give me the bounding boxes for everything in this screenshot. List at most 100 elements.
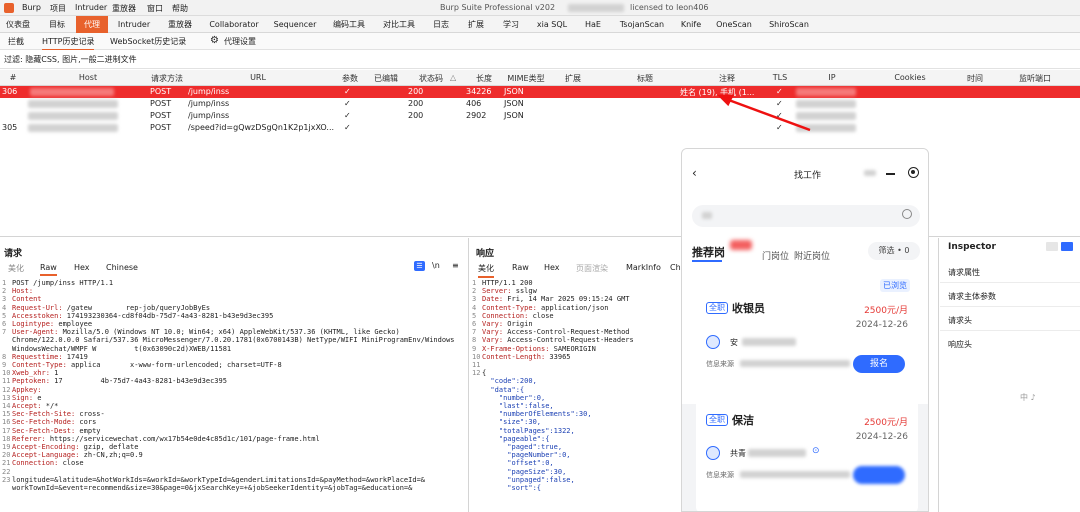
tab-repeater[interactable]: 重放器 bbox=[160, 16, 200, 33]
code-line: 9 X-Frame-Options: SAMEORIGIN bbox=[472, 345, 680, 353]
tab-comparer[interactable]: 对比工具 bbox=[376, 16, 422, 33]
code-line: 2 Server: sslgw bbox=[472, 287, 680, 295]
search-input[interactable] bbox=[692, 205, 920, 227]
code-line: Chrome/122.0.0.0 Safari/537.36 MicroMess… bbox=[2, 336, 466, 344]
code-text: "offset":0, bbox=[482, 459, 554, 468]
table-row[interactable]: POST /jump/inss ✓ 200 406 JSON ✓ bbox=[0, 98, 1080, 110]
menu-item-repeater[interactable]: 重放器 bbox=[112, 3, 136, 14]
cell-method: POST bbox=[150, 111, 172, 120]
col-header-listener-port[interactable]: 监听端口 bbox=[1012, 73, 1058, 84]
tab-dashboard[interactable]: 仪表盘 bbox=[0, 16, 36, 33]
menu-item-burp[interactable]: Burp bbox=[22, 3, 41, 12]
col-header-params[interactable]: 参数 bbox=[336, 73, 364, 84]
col-header-length[interactable]: 长度 bbox=[470, 73, 498, 84]
layout-toggle-icon[interactable] bbox=[1061, 242, 1073, 251]
col-header-url[interactable]: URL bbox=[236, 73, 280, 82]
history-table-header: # Host 请求方法 URL 参数 已编辑 状态码 △ 长度 MIME类型 扩… bbox=[0, 70, 1080, 86]
pane-splitter[interactable] bbox=[468, 238, 469, 512]
inspector-request-headers[interactable]: 请求头 bbox=[948, 315, 972, 326]
request-tab-pretty[interactable]: 美化 bbox=[8, 263, 24, 274]
format-list-icon[interactable]: ☰ bbox=[414, 261, 425, 271]
filter-bar[interactable]: 过滤: 隐藏CSS, 图片,一般二进制文件 bbox=[0, 50, 1080, 69]
col-header-tls[interactable]: TLS bbox=[766, 73, 794, 82]
tab-hot[interactable]: 门岗位 bbox=[762, 249, 789, 262]
tab-collaborator[interactable]: Collaborator bbox=[204, 16, 264, 33]
subtab-http-history[interactable]: HTTP历史记录 bbox=[42, 36, 95, 51]
code-text: Origin bbox=[503, 320, 533, 329]
col-header-cookies[interactable]: Cookies bbox=[890, 73, 930, 82]
code-line: "last":false, bbox=[472, 402, 680, 410]
col-header-status[interactable]: 状态码 bbox=[414, 73, 448, 84]
request-editor[interactable]: 1 POST /jump/inss HTTP/1.1 2 Host: 3 Content 4… bbox=[2, 279, 466, 511]
tab-learn[interactable]: 学习 bbox=[496, 16, 526, 33]
newline-toggle-icon[interactable]: \n bbox=[432, 261, 440, 270]
col-header-mime[interactable]: MIME类型 bbox=[504, 73, 548, 84]
menu-item-window[interactable]: 窗口 bbox=[147, 3, 163, 14]
inspector-title: Inspector bbox=[948, 242, 996, 252]
menu-item-help[interactable]: 帮助 bbox=[172, 3, 188, 14]
col-header-ip[interactable]: IP bbox=[820, 73, 844, 82]
minimize-icon[interactable] bbox=[886, 173, 895, 175]
close-icon[interactable] bbox=[908, 167, 919, 178]
filter-button[interactable]: 筛选 • 0 bbox=[868, 242, 920, 260]
request-tab-raw[interactable]: Raw bbox=[40, 263, 57, 276]
apply-button[interactable]: 报名 bbox=[853, 355, 905, 373]
cell-status: 200 bbox=[408, 87, 424, 96]
tab-shiroscan[interactable]: ShiroScan bbox=[762, 16, 816, 33]
request-tab-hex[interactable]: Hex bbox=[74, 263, 90, 272]
col-header-host[interactable]: Host bbox=[60, 73, 116, 82]
menu-item-project[interactable]: 项目 bbox=[50, 3, 66, 14]
tab-logger[interactable]: 日志 bbox=[426, 16, 456, 33]
line-number: 14 bbox=[2, 402, 11, 411]
inspector-request-attributes[interactable]: 请求属性 bbox=[948, 267, 980, 278]
tab-decoder[interactable]: 编码工具 bbox=[326, 16, 372, 33]
job-card[interactable]: 全职 保洁 2500元/月 2024-12-26 共青 ⊙ 信息来源 bbox=[696, 395, 918, 511]
code-line: "numberOfElements":30, bbox=[472, 410, 680, 418]
tab-onescan[interactable]: OneScan bbox=[710, 16, 758, 33]
subtab-intercept[interactable]: 拦截 bbox=[8, 36, 24, 47]
inspector-request-body-params[interactable]: 请求主体参数 bbox=[948, 291, 996, 302]
subtab-websocket-history[interactable]: WebSocket历史记录 bbox=[110, 36, 186, 47]
gear-icon[interactable]: ⚙ bbox=[210, 35, 219, 46]
tab-xia-sql[interactable]: xia SQL bbox=[530, 16, 574, 33]
tab-knife[interactable]: Knife bbox=[676, 16, 706, 33]
response-tab-pretty[interactable]: 美化 bbox=[478, 263, 494, 278]
menu-item-intruder[interactable]: Intruder bbox=[75, 3, 107, 12]
pane-splitter[interactable] bbox=[938, 238, 939, 512]
table-row[interactable]: POST /jump/inss ✓ 200 2902 JSON ✓ bbox=[0, 110, 1080, 122]
table-row[interactable]: 306 POST /jump/inss ✓ 200 34226 JSON 姓名 … bbox=[0, 86, 1080, 98]
search-icon[interactable] bbox=[902, 209, 912, 219]
tab-proxy[interactable]: 代理 bbox=[76, 16, 108, 33]
col-header-extension[interactable]: 扩展 bbox=[560, 73, 586, 84]
table-row[interactable]: 305 POST /speed?id=gQwzDSgQn1K2p1jxXO...… bbox=[0, 122, 1080, 134]
tab-recommend[interactable]: 推荐岗 bbox=[692, 244, 725, 260]
col-header-title[interactable]: 标题 bbox=[630, 73, 660, 84]
col-header-id[interactable]: # bbox=[8, 73, 18, 82]
subtab-proxy-settings[interactable]: 代理设置 bbox=[224, 36, 256, 47]
response-tab-hex[interactable]: Hex bbox=[544, 263, 560, 272]
tab-tsojanscan[interactable]: TsojanScan bbox=[612, 16, 672, 33]
col-header-edited[interactable]: 已编辑 bbox=[370, 73, 402, 84]
col-header-time[interactable]: 时间 bbox=[960, 73, 990, 84]
tab-intruder[interactable]: Intruder bbox=[112, 16, 156, 33]
job-card[interactable]: 已浏览 全职 收银员 2500元/月 2024-12-26 安 信息来源 报名 bbox=[696, 275, 918, 385]
tab-sequencer[interactable]: Sequencer bbox=[268, 16, 322, 33]
menu-icon[interactable]: ≡ bbox=[452, 261, 459, 270]
response-editor[interactable]: 1 HTTP/1.1 200 2 Server: sslgw 3 Date: Fri, 1… bbox=[472, 279, 680, 511]
apply-button[interactable] bbox=[853, 466, 905, 484]
response-tab-markinfo[interactable]: MarkInfo bbox=[626, 263, 661, 272]
request-tab-chinese[interactable]: Chinese bbox=[106, 263, 138, 272]
back-icon[interactable]: ‹ bbox=[692, 166, 697, 180]
tab-hae[interactable]: HaE bbox=[578, 16, 608, 33]
tab-target[interactable]: 目标 bbox=[42, 16, 72, 33]
tab-extensions[interactable]: 扩展 bbox=[460, 16, 492, 33]
tab-nearby[interactable]: 附近岗位 bbox=[794, 249, 830, 262]
response-tab-render[interactable]: 页面渲染 bbox=[576, 263, 608, 274]
inspector-response-headers[interactable]: 响应头 bbox=[948, 339, 972, 350]
code-line: 12{ bbox=[472, 369, 680, 377]
col-header-comment[interactable]: 注释 bbox=[712, 73, 742, 84]
layout-toggle-icon[interactable] bbox=[1046, 242, 1058, 251]
response-tab-raw[interactable]: Raw bbox=[512, 263, 529, 272]
col-header-method[interactable]: 请求方法 bbox=[146, 73, 188, 84]
code-text: "code":200, bbox=[482, 377, 537, 386]
